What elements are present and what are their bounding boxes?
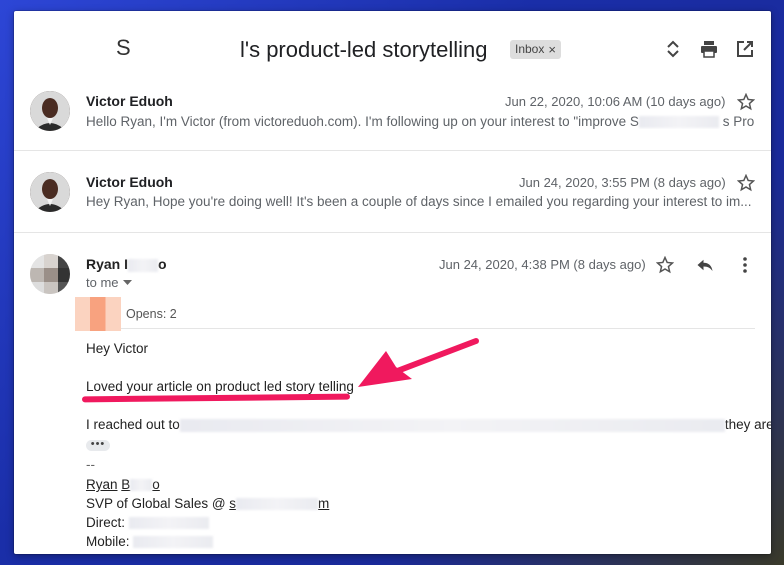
redacted-text bbox=[179, 418, 725, 432]
email-reached-line: I reached out to they are. bbox=[86, 417, 771, 432]
sender-tail: o bbox=[158, 256, 167, 272]
signature-name-first: Ryan bbox=[86, 477, 118, 492]
message-date: Jun 22, 2020, 10:06 AM (10 days ago) bbox=[505, 94, 726, 109]
redacted-text bbox=[130, 479, 153, 492]
reply-icon[interactable] bbox=[695, 255, 715, 275]
message-row-collapsed[interactable]: Victor Eduoh Jun 22, 2020, 10:06 AM (10 … bbox=[14, 83, 771, 151]
annotation-arrow-icon bbox=[358, 338, 479, 387]
tracking-opens-row: Opens: 2 bbox=[75, 297, 755, 331]
remove-label-icon[interactable]: × bbox=[548, 40, 556, 59]
opens-count: Opens: 2 bbox=[126, 307, 177, 321]
sender-name: Victor Eduoh bbox=[86, 93, 173, 109]
signature-title-text: SVP of Global Sales @ bbox=[86, 496, 226, 511]
reached-end: they are. bbox=[724, 417, 771, 432]
signature-mobile: Mobile: bbox=[86, 534, 214, 549]
sender-first-name: Ryan bbox=[86, 256, 121, 272]
message-date: Jun 24, 2020, 3:55 PM (8 days ago) bbox=[519, 175, 726, 190]
sender-avatar bbox=[30, 172, 70, 212]
signature-company-end[interactable]: m bbox=[318, 496, 329, 511]
message-row-collapsed[interactable]: Victor Eduoh Jun 24, 2020, 3:55 PM (8 da… bbox=[14, 152, 771, 233]
redacted-text bbox=[638, 116, 719, 129]
inbox-label-chip[interactable]: Inbox × bbox=[510, 40, 561, 59]
snippet-end: s Pro... bbox=[722, 114, 754, 129]
inbox-label-text: Inbox bbox=[515, 42, 545, 56]
recipient-dropdown[interactable]: to me bbox=[86, 275, 132, 290]
chevron-down-icon bbox=[122, 279, 132, 285]
signature-company-start[interactable]: s bbox=[229, 496, 236, 511]
show-trimmed-content-button[interactable]: ••• bbox=[86, 439, 110, 451]
redacted-text bbox=[236, 498, 319, 511]
subject-lead-fragment: S bbox=[116, 35, 131, 60]
tracking-icon-pixelated bbox=[75, 297, 121, 331]
sender-avatar bbox=[30, 91, 70, 131]
message-snippet: Hello Ryan, I'm Victor (from victoreduoh… bbox=[86, 114, 754, 129]
recipient-label: to me bbox=[86, 275, 119, 290]
email-thread-window: S l's product-led storytelling Inbox × V… bbox=[14, 11, 771, 554]
signature-name-end: o bbox=[152, 477, 160, 492]
signature-title: SVP of Global Sales @ s m bbox=[86, 496, 329, 511]
more-options-icon[interactable] bbox=[735, 255, 755, 275]
redacted-text bbox=[128, 258, 159, 272]
star-icon[interactable] bbox=[736, 92, 756, 112]
message-date: Jun 24, 2020, 4:38 PM (8 days ago) bbox=[439, 257, 646, 272]
snippet-start: Hello Ryan, I'm Victor (from victoreduoh… bbox=[86, 114, 639, 129]
signature-separator: -- bbox=[86, 457, 95, 472]
redacted-text bbox=[133, 536, 214, 549]
expanded-sender-name: Ryan Io bbox=[86, 256, 167, 272]
signature-name[interactable]: Ryan Bo bbox=[86, 477, 160, 492]
sender-name: Victor Eduoh bbox=[86, 174, 173, 190]
signature-name-initial: B bbox=[121, 477, 131, 492]
print-icon[interactable] bbox=[699, 39, 719, 59]
signature-direct-label: Direct: bbox=[86, 515, 126, 530]
open-in-new-window-icon[interactable] bbox=[735, 39, 755, 59]
sender-avatar-pixelated bbox=[30, 254, 70, 294]
redacted-text bbox=[128, 517, 209, 530]
reached-start: I reached out to bbox=[86, 417, 180, 432]
email-greeting: Hey Victor bbox=[86, 341, 149, 356]
signature-mobile-label: Mobile: bbox=[86, 534, 130, 549]
message-snippet: Hey Ryan, Hope you're doing well! It's b… bbox=[86, 194, 752, 209]
expand-collapse-icon[interactable] bbox=[663, 39, 683, 59]
signature-direct: Direct: bbox=[86, 515, 209, 530]
email-loved-line: Loved your article on product led story … bbox=[86, 379, 354, 394]
thread-subject: l's product-led storytelling bbox=[240, 37, 488, 62]
annotation-underline bbox=[81, 393, 351, 403]
star-icon[interactable] bbox=[655, 255, 675, 275]
star-icon[interactable] bbox=[736, 173, 756, 193]
thread-header: S l's product-led storytelling Inbox × bbox=[14, 11, 771, 83]
